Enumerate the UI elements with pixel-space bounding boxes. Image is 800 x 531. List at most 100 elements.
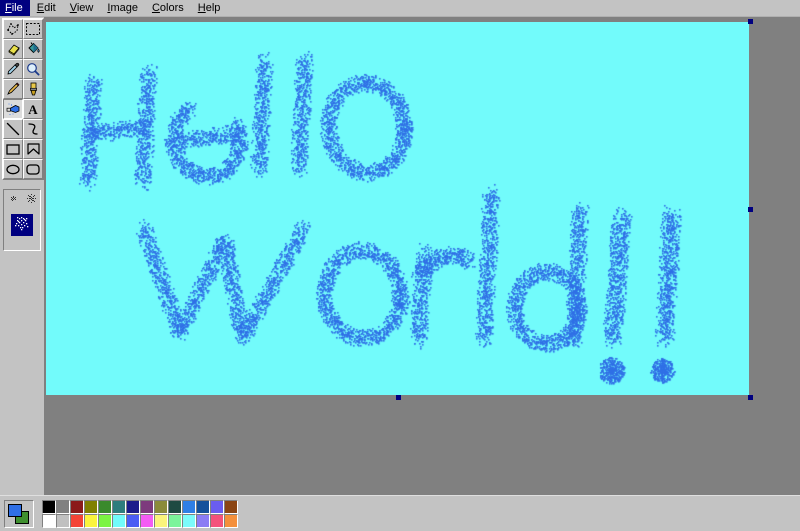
palette-swatch-color bbox=[155, 515, 167, 527]
palette-swatch[interactable] bbox=[154, 500, 168, 514]
palette-swatch[interactable] bbox=[84, 500, 98, 514]
palette-swatch-color bbox=[99, 515, 111, 527]
tool-rounded-rectangle[interactable] bbox=[23, 159, 43, 179]
tool-brush[interactable] bbox=[23, 79, 43, 99]
palette-swatch[interactable] bbox=[56, 500, 70, 514]
palette-swatch[interactable] bbox=[196, 500, 210, 514]
canvas-workspace bbox=[44, 17, 800, 495]
palette-swatch[interactable] bbox=[140, 500, 154, 514]
menu-label-image: mage bbox=[110, 2, 138, 14]
palette-swatch[interactable] bbox=[126, 500, 140, 514]
palette-swatch[interactable] bbox=[140, 514, 154, 528]
palette-swatch[interactable] bbox=[196, 514, 210, 528]
palette-swatch[interactable] bbox=[168, 500, 182, 514]
palette-swatch-color bbox=[197, 515, 209, 527]
palette-swatch[interactable] bbox=[224, 500, 238, 514]
palette-swatch[interactable] bbox=[70, 500, 84, 514]
tool-free-form-select[interactable] bbox=[3, 19, 23, 39]
tool-polygon[interactable] bbox=[23, 139, 43, 159]
palette-swatch-color bbox=[99, 501, 111, 513]
palette-swatch[interactable] bbox=[56, 514, 70, 528]
canvas-resize-handle-top-right[interactable] bbox=[748, 19, 753, 24]
palette-swatch[interactable] bbox=[224, 514, 238, 528]
foreground-color-swatch[interactable] bbox=[8, 504, 22, 517]
palette-swatch-color bbox=[183, 515, 195, 527]
tool-grid: A bbox=[2, 18, 44, 180]
palette-swatch[interactable] bbox=[168, 514, 182, 528]
palette-swatch-color bbox=[211, 515, 223, 527]
spray-size-row-small bbox=[4, 190, 40, 209]
palette-swatch-color bbox=[57, 515, 69, 527]
tool-airbrush[interactable] bbox=[3, 99, 23, 119]
tool-magnifier[interactable] bbox=[23, 59, 43, 79]
fill-bucket-icon bbox=[26, 42, 41, 56]
line-icon bbox=[6, 122, 20, 136]
palette-swatch-color bbox=[141, 501, 153, 513]
palette-swatch-color bbox=[85, 515, 97, 527]
tool-text[interactable]: A bbox=[23, 99, 43, 119]
menu-item-help[interactable]: Help bbox=[191, 0, 228, 16]
palette-swatch-color bbox=[127, 501, 139, 513]
palette-swatch[interactable] bbox=[98, 500, 112, 514]
palette-swatch[interactable] bbox=[210, 500, 224, 514]
palette-swatch-color bbox=[183, 501, 195, 513]
menu-item-view[interactable]: View bbox=[63, 0, 101, 16]
tool-select[interactable] bbox=[23, 19, 43, 39]
menu-label-file: ile bbox=[11, 2, 23, 14]
curve-icon bbox=[27, 122, 39, 136]
menu-item-image[interactable]: Image bbox=[100, 0, 145, 16]
tool-rectangle[interactable] bbox=[3, 139, 23, 159]
menu-item-colors[interactable]: Colors bbox=[145, 0, 191, 16]
paint-application: File Edit View Image Colors Help A bbox=[0, 0, 800, 531]
foreground-background-indicator[interactable] bbox=[4, 500, 34, 528]
menu-label-colors: olors bbox=[159, 2, 184, 14]
tool-line[interactable] bbox=[3, 119, 23, 139]
tool-eraser[interactable] bbox=[3, 39, 23, 59]
canvas-resize-handle-bottom-middle[interactable] bbox=[396, 395, 401, 400]
tool-pencil[interactable] bbox=[3, 79, 23, 99]
magnifier-icon bbox=[26, 62, 40, 76]
menu-label-edit: dit bbox=[44, 2, 56, 14]
brush-icon bbox=[27, 82, 40, 96]
rounded-rectangle-icon bbox=[26, 163, 40, 175]
palette-swatch[interactable] bbox=[42, 500, 56, 514]
tool-ellipse[interactable] bbox=[3, 159, 23, 179]
spray-large-icon bbox=[12, 213, 32, 238]
palette-swatch[interactable] bbox=[112, 500, 126, 514]
palette-swatch-color bbox=[225, 515, 237, 527]
palette-swatch-color bbox=[71, 501, 83, 513]
tool-curve[interactable] bbox=[23, 119, 43, 139]
spray-small-icon bbox=[7, 192, 20, 210]
ellipse-icon bbox=[6, 164, 20, 175]
spray-size-row-large bbox=[4, 209, 40, 236]
tool-fill[interactable] bbox=[23, 39, 43, 59]
option-spray-small[interactable] bbox=[5, 193, 21, 209]
airbrush-icon bbox=[6, 103, 21, 116]
palette-swatch[interactable] bbox=[84, 514, 98, 528]
menu-item-file[interactable]: File bbox=[0, 0, 30, 16]
palette-swatch[interactable] bbox=[98, 514, 112, 528]
palette-swatch[interactable] bbox=[182, 514, 196, 528]
palette-swatch[interactable] bbox=[154, 514, 168, 528]
menu-item-edit[interactable]: Edit bbox=[30, 0, 63, 16]
eyedropper-icon bbox=[6, 62, 20, 76]
tool-pick-color[interactable] bbox=[3, 59, 23, 79]
tool-box: A bbox=[0, 17, 44, 495]
palette-swatch[interactable] bbox=[42, 514, 56, 528]
palette-swatch[interactable] bbox=[112, 514, 126, 528]
palette-swatch-color bbox=[71, 515, 83, 527]
pencil-icon bbox=[6, 82, 20, 96]
option-spray-medium[interactable] bbox=[23, 193, 39, 209]
palette-swatch[interactable] bbox=[210, 514, 224, 528]
palette-swatch[interactable] bbox=[70, 514, 84, 528]
spray-medium-icon bbox=[24, 191, 39, 211]
canvas-resize-handle-right-middle[interactable] bbox=[748, 207, 753, 212]
menu-bar: File Edit View Image Colors Help bbox=[0, 0, 800, 17]
drawing-canvas[interactable] bbox=[46, 22, 749, 395]
palette-swatch-color bbox=[155, 501, 167, 513]
palette-swatch[interactable] bbox=[126, 514, 140, 528]
palette-swatch[interactable] bbox=[182, 500, 196, 514]
color-palette-grid bbox=[42, 500, 238, 528]
canvas-resize-handle-bottom-right[interactable] bbox=[748, 395, 753, 400]
option-spray-large[interactable] bbox=[11, 214, 33, 236]
